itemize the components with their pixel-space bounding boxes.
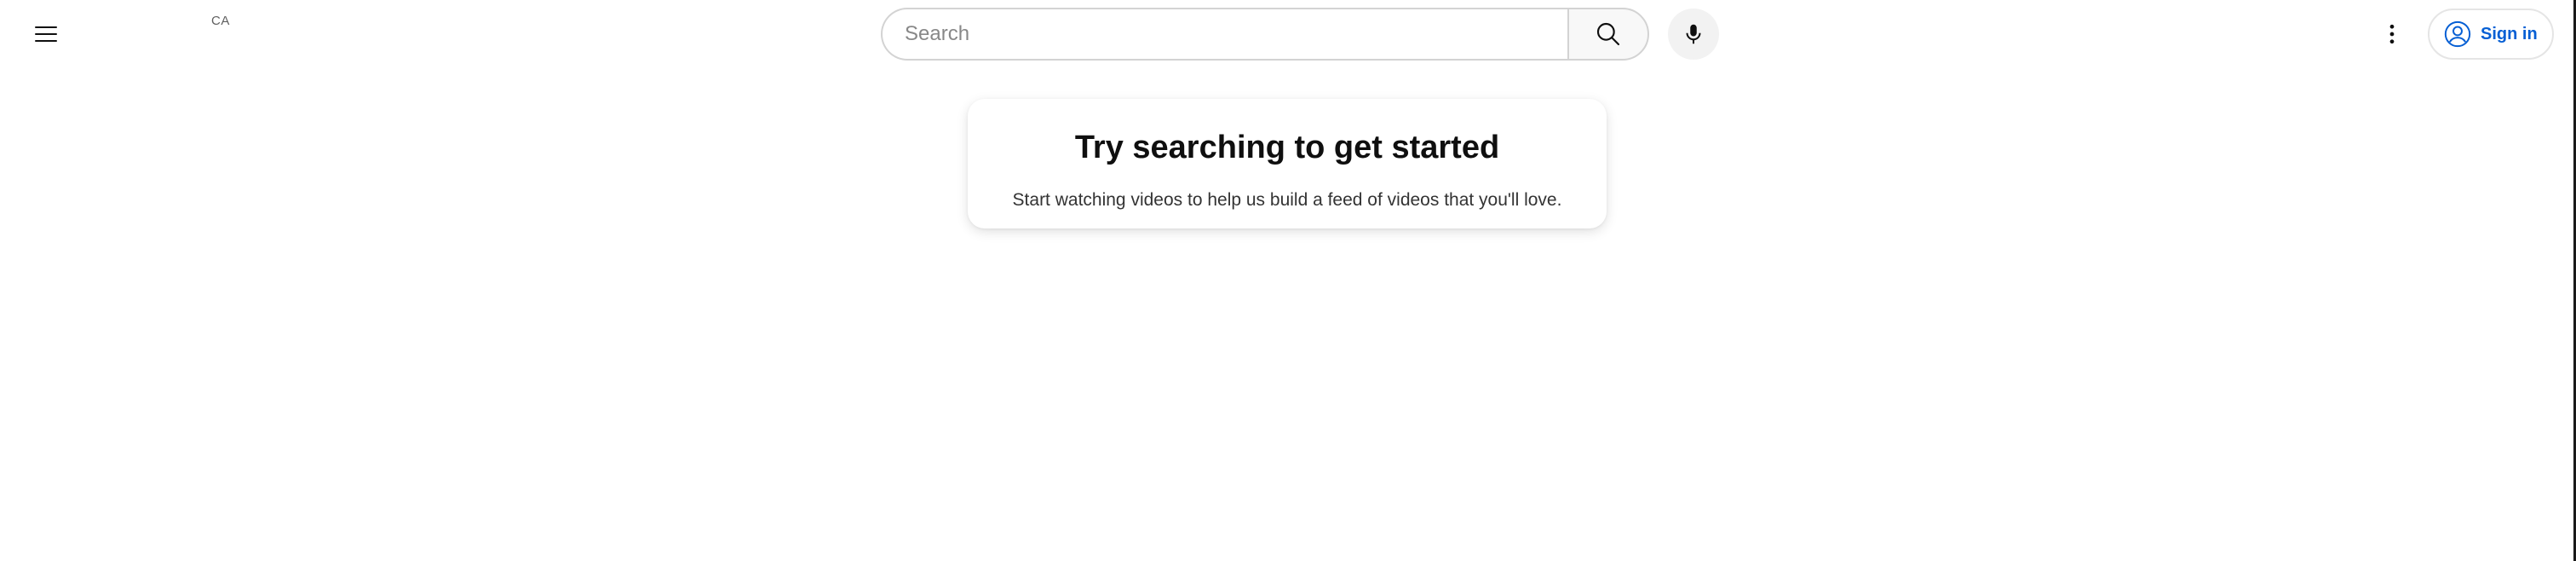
search-input[interactable]: [903, 21, 1567, 47]
microphone-icon: [1686, 24, 1701, 44]
guide-menu-button[interactable]: [22, 14, 70, 55]
empty-feed-prompt: Try searching to get started Start watch…: [968, 99, 1607, 228]
sign-in-label: Sign in: [2481, 24, 2538, 43]
country-code: CA: [211, 14, 230, 28]
masthead: CA Sign in: [0, 0, 2576, 68]
sign-in-button[interactable]: Sign in: [2428, 9, 2554, 60]
settings-more-button[interactable]: [2372, 14, 2412, 55]
search-bar: [881, 8, 1649, 61]
prompt-title: Try searching to get started: [1074, 130, 1500, 165]
search-icon: [1596, 22, 1620, 46]
more-vertical-icon: [2389, 24, 2395, 44]
voice-search-button[interactable]: [1668, 9, 1719, 60]
search-button[interactable]: [1567, 8, 1649, 61]
prompt-subtitle: Start watching videos to help us build a…: [1012, 190, 1562, 210]
account-circle-icon: [2444, 20, 2471, 48]
hamburger-menu-icon: [35, 26, 57, 42]
search-box[interactable]: [881, 8, 1567, 61]
